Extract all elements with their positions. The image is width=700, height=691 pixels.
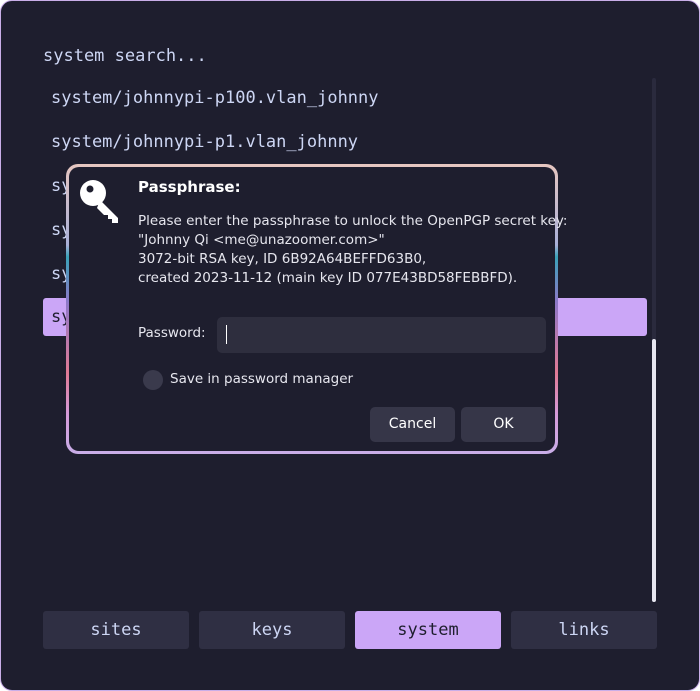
password-field[interactable]: [217, 317, 546, 353]
search-input[interactable]: system search...: [43, 46, 207, 66]
result-item[interactable]: system/johnnypi-p1.vlan_johnny: [43, 123, 647, 161]
dialog-message-line: Please enter the passphrase to unlock th…: [138, 213, 568, 229]
dialog-title: Passphrase:: [138, 178, 241, 196]
save-password-label[interactable]: Save in password manager: [170, 371, 353, 387]
dialog-message-line: "Johnny Qi <me@unazoomer.com>": [138, 232, 385, 248]
tab-system[interactable]: system: [355, 611, 501, 649]
cancel-button[interactable]: Cancel: [370, 407, 455, 442]
ok-button[interactable]: OK: [461, 407, 546, 442]
tab-sites[interactable]: sites: [43, 611, 189, 649]
dialog-message-line: 3072-bit RSA key, ID 6B92A64BEFFD63B0,: [138, 251, 427, 267]
tab-keys[interactable]: keys: [199, 611, 345, 649]
dialog-message-line: created 2023-11-12 (main key ID 077E43BD…: [138, 270, 518, 286]
save-password-checkbox[interactable]: [143, 370, 163, 390]
password-label: Password:: [138, 325, 206, 341]
result-item[interactable]: system/johnnypi-p100.vlan_johnny: [43, 79, 647, 117]
text-caret: [226, 325, 227, 344]
scrollbar-thumb[interactable]: [652, 339, 656, 602]
key-icon: [80, 180, 118, 223]
tab-links[interactable]: links: [511, 611, 657, 649]
